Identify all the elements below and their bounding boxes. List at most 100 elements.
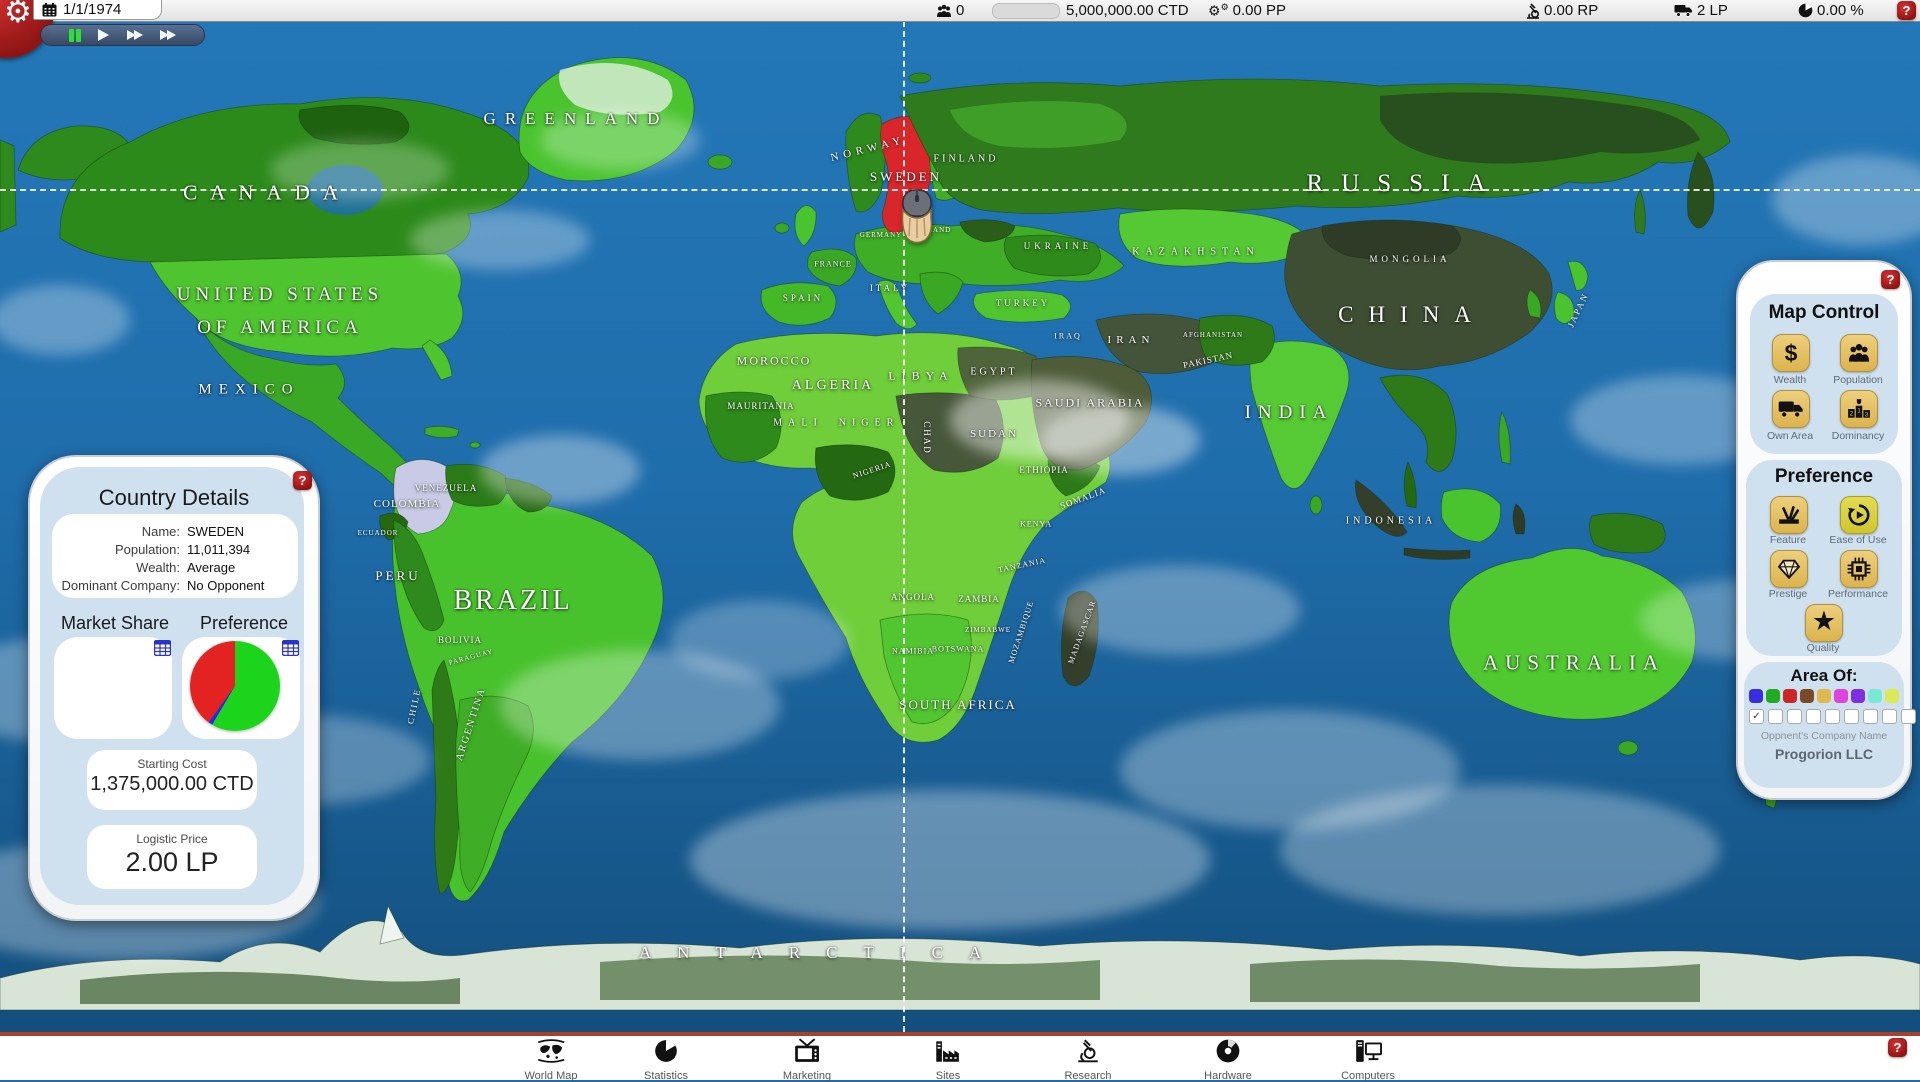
- dominancy-map-button[interactable]: 213: [1840, 390, 1878, 428]
- circular-arrow-icon: [1847, 503, 1871, 527]
- company-filter-checkbox[interactable]: [1768, 709, 1783, 724]
- ease-of-use-button[interactable]: [1840, 496, 1878, 534]
- country-population-value: 11,011,394: [187, 542, 250, 557]
- logistic-price-label: Logistic Price: [87, 832, 257, 846]
- company-color-swatch: [1766, 689, 1780, 703]
- chip-icon: [1847, 557, 1871, 581]
- tab-statistics[interactable]: Statistics: [618, 1038, 714, 1082]
- crosshair-vertical-line: [903, 21, 905, 1032]
- performance-label: Performance: [1822, 588, 1894, 600]
- logistics-stat: 2 LP: [1674, 0, 1728, 21]
- country-name-value: SWEDEN: [187, 524, 244, 539]
- prestige-label: Prestige: [1752, 588, 1824, 600]
- preference-section: Preference Feature Ease of Use: [1746, 460, 1902, 656]
- feature-button[interactable]: [1770, 496, 1808, 534]
- company-filter-checkbox[interactable]: [1863, 709, 1878, 724]
- own-area-label: Own Area: [1754, 430, 1826, 442]
- company-color-swatch: [1885, 689, 1899, 703]
- dollar-icon: $: [1785, 340, 1798, 367]
- pie-percent-icon: [1798, 3, 1813, 18]
- name-label: Name:: [52, 524, 180, 539]
- wealth-map-button[interactable]: $: [1772, 334, 1810, 372]
- fast-forward-button[interactable]: [127, 27, 143, 43]
- gear-icon[interactable]: ⚙: [4, 0, 32, 27]
- money-value: 5,000,000.00 CTD: [1066, 2, 1189, 19]
- preference-title: Preference: [188, 613, 300, 634]
- calendar-icon: [42, 3, 57, 17]
- wealth-label: Wealth: [1754, 374, 1826, 386]
- feature-label: Feature: [1752, 534, 1824, 546]
- tab-label: Hardware: [1180, 1070, 1276, 1082]
- population-value: 0: [956, 2, 964, 19]
- company-color-swatch: [1817, 689, 1831, 703]
- tab-research[interactable]: Research: [1040, 1038, 1136, 1082]
- research-icon: [1075, 1038, 1101, 1064]
- company-filter-checkbox[interactable]: [1882, 709, 1897, 724]
- company-filter-checkbox[interactable]: [1787, 709, 1802, 724]
- prestige-button[interactable]: [1770, 550, 1808, 588]
- play-button[interactable]: [98, 27, 109, 43]
- preference-pie-chart: [190, 641, 280, 731]
- preference-section-title: Preference: [1746, 466, 1902, 488]
- diamond-icon: [1776, 559, 1802, 579]
- truck-icon: [1778, 400, 1804, 418]
- company-color-swatch: [1834, 689, 1848, 703]
- company-color-swatch: [1749, 689, 1763, 703]
- tab-label: Marketing: [759, 1070, 855, 1082]
- tab-sites[interactable]: Sites: [900, 1038, 996, 1082]
- own-area-map-button[interactable]: [1772, 390, 1810, 428]
- tab-label: Statistics: [618, 1070, 714, 1082]
- company-filter-checkbox[interactable]: [1901, 709, 1916, 724]
- truck-icon: [1674, 4, 1693, 17]
- tab-hardware[interactable]: Hardware: [1180, 1038, 1276, 1082]
- area-of-title: Area Of:: [1744, 666, 1904, 686]
- starting-cost-box: Starting Cost 1,375,000.00 CTD: [87, 750, 257, 810]
- company-filter-checkbox[interactable]: ✓: [1749, 709, 1764, 724]
- hardware-icon: [1215, 1038, 1241, 1064]
- wealth-label: Wealth:: [52, 560, 180, 575]
- starting-cost-value: 1,375,000.00 CTD: [87, 773, 257, 796]
- opponent-company-label: Oppnent's Company Name: [1744, 730, 1904, 742]
- tab-label: Sites: [900, 1070, 996, 1082]
- current-date: 1/1/1974: [63, 1, 121, 18]
- quality-button[interactable]: ★: [1805, 604, 1843, 642]
- playback-controls: [40, 24, 205, 46]
- tab-computers[interactable]: Computers: [1320, 1038, 1416, 1082]
- people-icon: [1847, 343, 1871, 363]
- performance-button[interactable]: [1840, 550, 1878, 588]
- map-control-section: Map Control $ Wealth Population 213: [1750, 294, 1898, 454]
- starting-cost-label: Starting Cost: [87, 757, 257, 771]
- dominant-company-label: Dominant Company:: [52, 578, 180, 593]
- company-filter-checkbox[interactable]: [1844, 709, 1859, 724]
- tab-marketing[interactable]: Marketing: [759, 1038, 855, 1082]
- company-filter-checkbox[interactable]: [1806, 709, 1821, 724]
- market-percent-value: 0.00 %: [1817, 2, 1864, 19]
- country-details-title: Country Details: [30, 485, 318, 511]
- market-share-title: Market Share: [50, 613, 180, 634]
- microscope-icon: [1526, 3, 1540, 19]
- tab-world-map[interactable]: World Map: [503, 1038, 599, 1082]
- population-label: Population: [1822, 374, 1894, 386]
- topbar-help-button[interactable]: ?: [1897, 1, 1916, 20]
- opponent-company-name: Progorion LLC: [1744, 746, 1904, 762]
- population-stat: 0: [936, 0, 964, 21]
- market-share-table-icon[interactable]: [154, 640, 171, 656]
- date-display[interactable]: 1/1/1974: [33, 0, 162, 20]
- quality-label: Quality: [1787, 642, 1859, 654]
- map-control-help-button[interactable]: ?: [1881, 270, 1900, 289]
- pause-button[interactable]: [69, 27, 81, 43]
- population-map-button[interactable]: [1840, 334, 1878, 372]
- bottom-help-button[interactable]: ?: [1888, 1038, 1907, 1057]
- market-percent-stat: 0.00 %: [1798, 0, 1864, 21]
- dominancy-label: Dominancy: [1822, 430, 1894, 442]
- company-color-swatch: [1868, 689, 1882, 703]
- area-of-section: Area Of: ✓ Oppnent's Company Name Progor…: [1744, 662, 1904, 788]
- country-wealth-value: Average: [187, 560, 235, 575]
- preference-table-icon[interactable]: [282, 640, 299, 656]
- fastest-forward-button[interactable]: [160, 27, 176, 43]
- company-color-swatch: [1800, 689, 1814, 703]
- population-icon: [936, 4, 952, 18]
- country-details-panel: ? Country Details Name:SWEDEN Population…: [28, 455, 320, 921]
- research-value: 0.00 RP: [1544, 2, 1598, 19]
- company-filter-checkbox[interactable]: [1825, 709, 1840, 724]
